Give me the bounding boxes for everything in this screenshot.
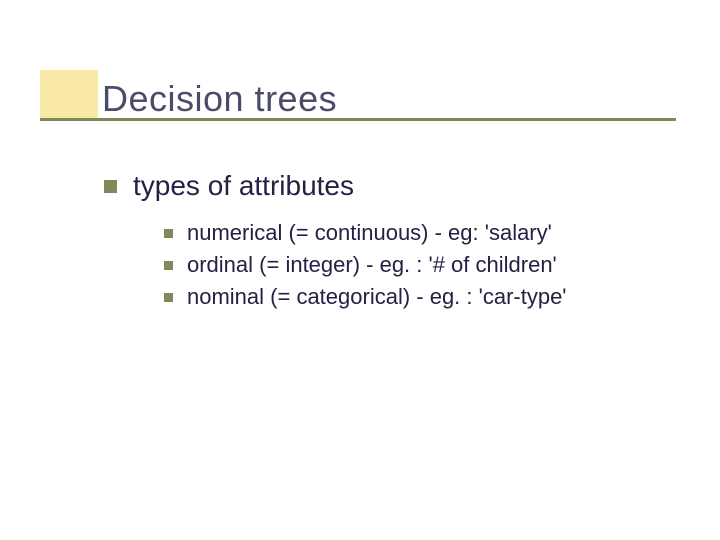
slide-content: types of attributes numerical (= continu…: [104, 170, 567, 316]
square-bullet-icon: [164, 293, 173, 302]
list-item-text: numerical (= continuous) - eg: 'salary': [187, 220, 552, 246]
square-bullet-icon: [164, 229, 173, 238]
list-item-level2: numerical (= continuous) - eg: 'salary': [164, 220, 567, 246]
square-bullet-icon: [164, 261, 173, 270]
list-item-text: ordinal (= integer) - eg. : '# of childr…: [187, 252, 557, 278]
list-item-text: types of attributes: [133, 170, 354, 202]
list-item-level1: types of attributes: [104, 170, 567, 202]
list-item-level2: nominal (= categorical) - eg. : 'car-typ…: [164, 284, 567, 310]
slide-title-block: Decision trees: [40, 78, 337, 120]
list-item-text: nominal (= categorical) - eg. : 'car-typ…: [187, 284, 567, 310]
slide-title: Decision trees: [40, 78, 337, 120]
square-bullet-icon: [104, 180, 117, 193]
list-item-level2: ordinal (= integer) - eg. : '# of childr…: [164, 252, 567, 278]
sublist: numerical (= continuous) - eg: 'salary' …: [164, 220, 567, 310]
